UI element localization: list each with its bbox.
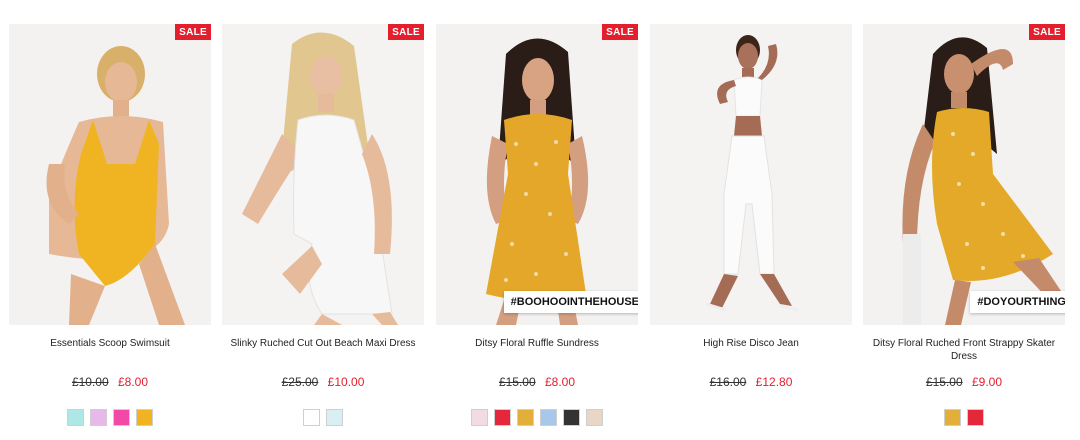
- color-swatch[interactable]: [303, 409, 320, 426]
- product-card[interactable]: SALE Essentials Scoop Swimsuit £10.00 £8…: [9, 24, 211, 429]
- product-name[interactable]: Essentials Scoop Swimsuit: [9, 337, 211, 365]
- hashtag-label: #BOOHOOINTHEHOUSE: [503, 291, 638, 313]
- product-card[interactable]: High Rise Disco Jean £16.00 £12.80: [650, 24, 852, 429]
- price-row: £15.00 £8.00: [436, 375, 638, 391]
- product-image[interactable]: SALE: [222, 24, 424, 325]
- product-card[interactable]: SALE #DOYOURTHING Ditsy Floral Ruched Fr…: [863, 24, 1065, 429]
- color-swatch[interactable]: [586, 409, 603, 426]
- product-name[interactable]: Ditsy Floral Ruched Front Strappy Skater…: [863, 337, 1065, 365]
- color-swatch[interactable]: [113, 409, 130, 426]
- sale-price: £10.00: [327, 375, 365, 389]
- price-row: £25.00 £10.00: [222, 375, 424, 391]
- model-photo: [863, 24, 1065, 325]
- color-swatch[interactable]: [326, 409, 343, 426]
- product-card[interactable]: SALE #BOOHOOINTHEHOUSE Ditsy Floral Ruff…: [436, 24, 638, 429]
- product-name[interactable]: High Rise Disco Jean: [650, 337, 852, 365]
- color-swatch[interactable]: [67, 409, 84, 426]
- product-card[interactable]: SALE Slinky Ruched Cut Out Beach Maxi Dr…: [222, 24, 424, 429]
- price-row: £16.00 £12.80: [650, 375, 852, 391]
- product-name[interactable]: Ditsy Floral Ruffle Sundress: [436, 337, 638, 365]
- model-photo: [222, 24, 424, 325]
- model-photo: [650, 24, 852, 325]
- product-name[interactable]: Slinky Ruched Cut Out Beach Maxi Dress: [222, 337, 424, 365]
- color-swatches: [863, 409, 1065, 429]
- color-swatches: [9, 409, 211, 429]
- product-image[interactable]: [650, 24, 852, 325]
- product-image[interactable]: SALE #BOOHOOINTHEHOUSE: [436, 24, 638, 325]
- color-swatch[interactable]: [494, 409, 511, 426]
- color-swatch[interactable]: [517, 409, 534, 426]
- original-price: £16.00: [709, 375, 747, 389]
- sale-badge: SALE: [175, 24, 211, 40]
- color-swatch[interactable]: [563, 409, 580, 426]
- color-swatches: [650, 409, 852, 429]
- original-price: £25.00: [281, 375, 319, 389]
- price-row: £10.00 £8.00: [9, 375, 211, 391]
- original-price: £15.00: [498, 375, 536, 389]
- color-swatches: [222, 409, 424, 429]
- sale-price: £12.80: [755, 375, 793, 389]
- model-photo: [436, 24, 638, 325]
- sale-badge: SALE: [388, 24, 424, 40]
- color-swatch[interactable]: [540, 409, 557, 426]
- color-swatch[interactable]: [944, 409, 961, 426]
- sale-price: £9.00: [972, 375, 1003, 389]
- original-price: £10.00: [71, 375, 109, 389]
- product-grid: SALE Essentials Scoop Swimsuit £10.00 £8…: [0, 0, 1080, 440]
- sale-badge: SALE: [1029, 24, 1065, 40]
- product-image[interactable]: SALE: [9, 24, 211, 325]
- product-image[interactable]: SALE #DOYOURTHING: [863, 24, 1065, 325]
- hashtag-label: #DOYOURTHING: [970, 291, 1065, 313]
- color-swatch[interactable]: [471, 409, 488, 426]
- price-row: £15.00 £9.00: [863, 375, 1065, 391]
- color-swatch[interactable]: [136, 409, 153, 426]
- color-swatch[interactable]: [967, 409, 984, 426]
- model-photo: [9, 24, 211, 325]
- sale-badge: SALE: [602, 24, 638, 40]
- sale-price: £8.00: [118, 375, 149, 389]
- sale-price: £8.00: [545, 375, 576, 389]
- color-swatch[interactable]: [90, 409, 107, 426]
- color-swatches: [436, 409, 638, 429]
- original-price: £15.00: [925, 375, 963, 389]
